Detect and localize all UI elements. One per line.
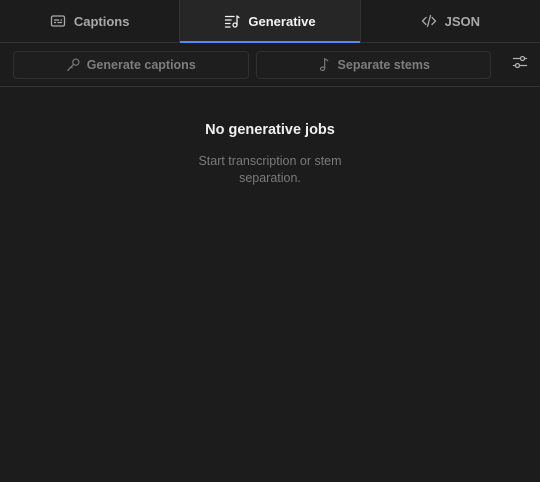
generative-icon (224, 13, 241, 29)
generative-panel: Captions Generative JSON Generate captio… (0, 0, 540, 482)
settings-button[interactable] (498, 51, 528, 79)
generate-captions-button[interactable]: Generate captions (13, 50, 249, 79)
captions-icon (50, 13, 66, 29)
generate-captions-label: Generate captions (86, 57, 196, 72)
code-icon (421, 13, 437, 29)
tab-bar: Captions Generative JSON (0, 0, 540, 43)
tab-generative-label: Generative (248, 13, 316, 29)
tab-json-label: JSON (444, 13, 481, 29)
microphone-icon (66, 57, 81, 72)
separate-stems-label: Separate stems (337, 57, 430, 72)
tab-generative[interactable]: Generative (179, 0, 361, 43)
empty-state-title: No generative jobs (205, 122, 335, 138)
empty-state-description: Start transcription or stem separation. (198, 154, 342, 185)
tab-captions[interactable]: Captions (0, 0, 179, 42)
music-note-icon (317, 57, 332, 72)
tab-captions-label: Captions (73, 13, 130, 29)
separate-stems-button[interactable]: Separate stems (255, 50, 491, 79)
empty-state: No generative jobs Start transcription o… (0, 87, 540, 187)
toolbar: Generate captions Separate stems (0, 43, 540, 87)
sliders-icon (512, 54, 528, 75)
tab-json[interactable]: JSON (361, 0, 540, 42)
